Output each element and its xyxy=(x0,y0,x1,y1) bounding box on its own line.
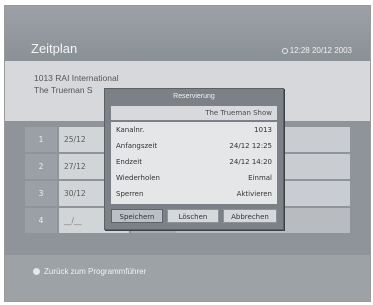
field-channel[interactable]: Kanalnr. 1013 xyxy=(116,123,272,137)
row-number: 1 xyxy=(25,127,57,152)
tv-screen: Zeitplan 12:28 20/12 2003 1013 RAI Inter… xyxy=(4,5,371,302)
dialog-buttons: Speichern Löschen Abbrechen xyxy=(111,209,277,223)
field-lock[interactable]: Sperren Aktivieren xyxy=(116,187,272,201)
dialog-program: The Trueman Show xyxy=(111,106,277,120)
page-title: Zeitplan xyxy=(31,41,78,56)
cancel-button[interactable]: Abbrechen xyxy=(223,209,277,223)
row-number: 3 xyxy=(25,181,57,206)
back-hint[interactable]: Zurück zum Programmführer xyxy=(33,267,146,276)
row-number: 4 xyxy=(25,208,57,233)
field-value: Aktivieren xyxy=(236,190,272,198)
field-value: 1013 xyxy=(254,126,272,134)
header: Zeitplan 12:28 20/12 2003 xyxy=(5,6,370,61)
field-value: Einmal xyxy=(248,174,272,182)
back-button-icon xyxy=(33,268,40,275)
reservation-dialog: Reservierung The Trueman Show Kanalnr. 1… xyxy=(104,88,284,230)
field-end-time[interactable]: Endzeit 24/12 14:20 xyxy=(116,155,272,169)
delete-button[interactable]: Löschen xyxy=(167,209,219,223)
field-value: 24/12 14:20 xyxy=(229,158,272,166)
field-label: Anfangszeit xyxy=(116,142,158,150)
back-label: Zurück zum Programmführer xyxy=(44,267,147,276)
save-button[interactable]: Speichern xyxy=(111,209,163,223)
footer: Zurück zum Programmführer xyxy=(5,255,370,301)
field-label: Sperren xyxy=(116,190,144,198)
field-label: Wiederholen xyxy=(116,174,160,182)
field-label: Endzeit xyxy=(116,158,142,166)
channel-info: 1013 RAI International xyxy=(34,73,119,83)
dialog-fields: Kanalnr. 1013 Anfangszeit 24/12 12:25 En… xyxy=(111,122,277,204)
field-value: 24/12 12:25 xyxy=(229,142,272,150)
program-info-title: The Trueman S xyxy=(34,85,93,95)
clock: 12:28 20/12 2003 xyxy=(281,46,352,55)
dialog-title: Reservierung xyxy=(173,93,215,100)
field-repeat[interactable]: Wiederholen Einmal xyxy=(116,171,272,185)
row-number: 2 xyxy=(25,154,57,179)
field-start-time[interactable]: Anfangszeit 24/12 12:25 xyxy=(116,139,272,153)
field-label: Kanalnr. xyxy=(116,126,145,134)
clock-icon xyxy=(281,47,288,54)
datetime-text: 12:28 20/12 2003 xyxy=(289,46,352,55)
